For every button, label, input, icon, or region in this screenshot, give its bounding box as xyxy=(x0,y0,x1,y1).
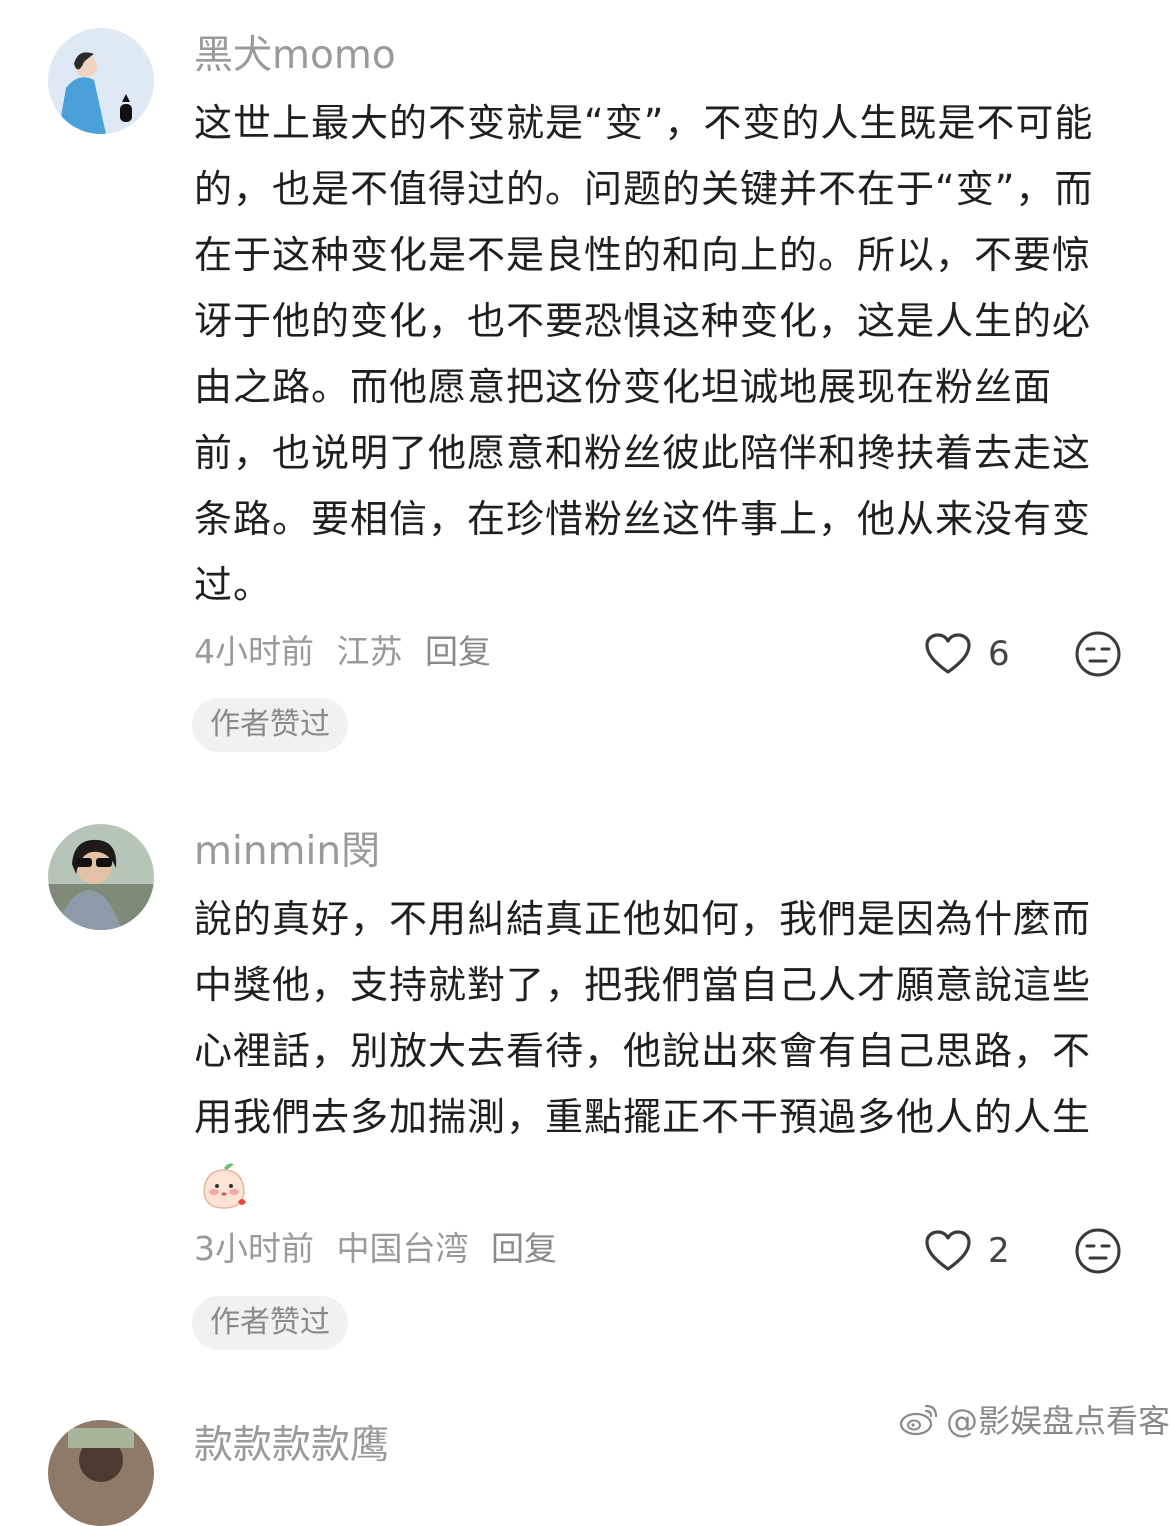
author-liked-badge: 作者赞过 xyxy=(192,698,348,752)
neutral-face-icon xyxy=(1075,1228,1121,1274)
dislike-button[interactable] xyxy=(1074,630,1122,678)
watermark-text: @影娱盘点看客 xyxy=(946,1402,1170,1440)
like-button[interactable]: 6 xyxy=(924,630,1010,678)
like-button[interactable]: 2 xyxy=(924,1227,1010,1275)
dislike-button[interactable] xyxy=(1074,1227,1122,1275)
reply-button[interactable]: 回复 xyxy=(491,1229,557,1268)
author-liked-badge: 作者赞过 xyxy=(192,1296,348,1350)
comment-meta: 3小时前 中国台湾 回复 xyxy=(194,1227,569,1271)
avatar[interactable] xyxy=(48,1420,154,1526)
avatar[interactable] xyxy=(48,28,154,134)
heart-outline-icon xyxy=(925,633,971,674)
timestamp: 3小时前 xyxy=(194,1229,314,1268)
location: 中国台湾 xyxy=(336,1229,469,1268)
comment-text: 說的真好，不用糾結真正他如何，我們是因為什麼而中獎他，支持就對了，把我們當自己人… xyxy=(194,886,1099,1216)
comment-text-content: 說的真好，不用糾結真正他如何，我們是因為什麼而中獎他，支持就對了，把我們當自己人… xyxy=(194,897,1092,1139)
weibo-logo-icon xyxy=(899,1404,938,1436)
blushing-peach-emoji-icon xyxy=(203,1163,246,1209)
location: 江苏 xyxy=(336,632,403,671)
heart-outline-icon xyxy=(925,1230,971,1271)
timestamp: 4小时前 xyxy=(194,632,314,671)
avatar[interactable] xyxy=(48,824,154,930)
username[interactable]: 黑犬momo xyxy=(194,30,396,82)
watermark: @影娱盘点看客 xyxy=(898,1398,1170,1440)
comment-text: 这世上最大的不变就是“变”，不变的人生既是不可能的，也是不值得过的。问题的关键并… xyxy=(194,101,1094,607)
like-count: 6 xyxy=(988,634,1010,674)
username[interactable]: minmin閔 xyxy=(194,826,380,878)
reply-button[interactable]: 回复 xyxy=(425,632,491,671)
username[interactable]: 款款款款鹰 xyxy=(194,1420,389,1472)
like-count: 2 xyxy=(988,1231,1010,1271)
neutral-face-icon xyxy=(1075,631,1121,677)
comment-meta: 4小时前 江苏 回复 xyxy=(194,630,503,674)
